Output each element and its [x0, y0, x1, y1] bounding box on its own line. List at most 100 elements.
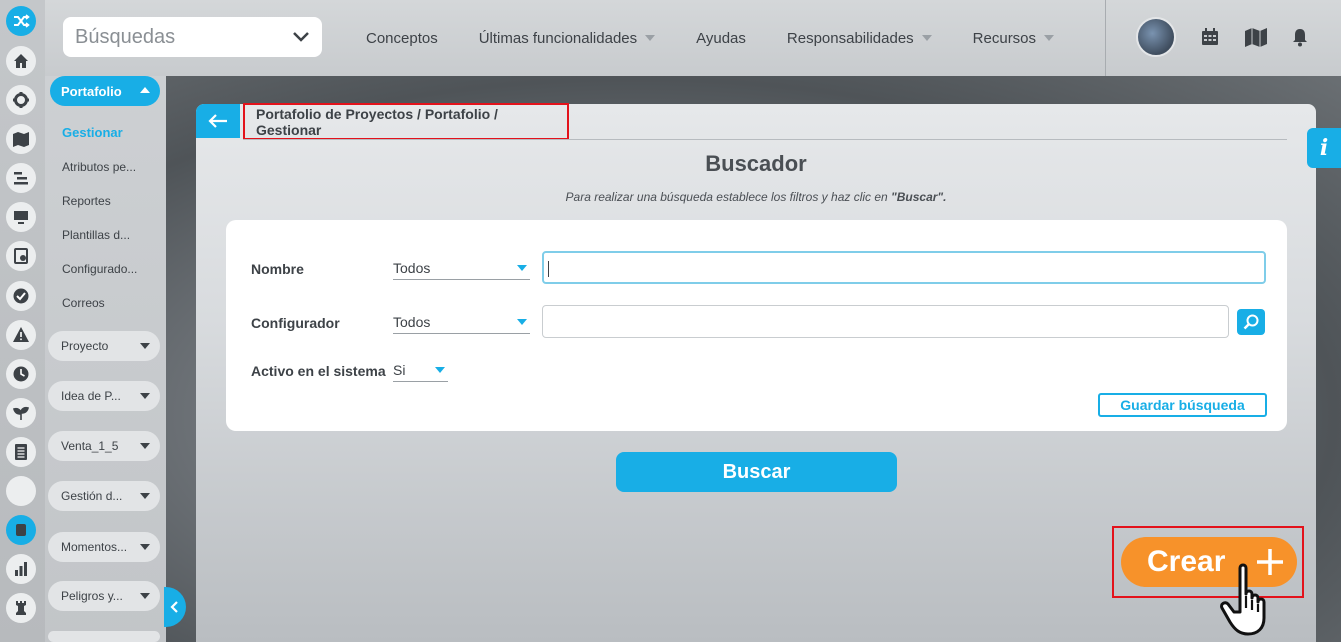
nav-label: Recursos: [972, 29, 1037, 47]
nav-label: Conceptos: [366, 29, 438, 47]
nombre-input[interactable]: [542, 251, 1266, 284]
nav-label: Últimas funcionalidades: [478, 29, 638, 47]
create-button-label: Crear: [1147, 545, 1226, 578]
info-icon[interactable]: i: [1307, 128, 1341, 168]
nombre-operator-select[interactable]: Todos: [393, 256, 530, 280]
nav-responsabilidades[interactable]: Responsabilidades: [787, 30, 932, 47]
configurador-lookup-button[interactable]: [1237, 309, 1265, 335]
caret-down-icon: [517, 265, 527, 271]
map-icon[interactable]: [1244, 27, 1268, 47]
submenu-link-configurador[interactable]: Configurado...: [62, 262, 137, 276]
page-subtitle: Para realizar una búsqueda establece los…: [196, 190, 1316, 204]
document-icon[interactable]: [6, 437, 36, 467]
submenu-link-plantillas[interactable]: Plantillas d...: [62, 228, 130, 242]
activo-select[interactable]: Si: [393, 358, 448, 382]
submenu-group-label: Gestión d...: [61, 489, 123, 503]
configurador-operator-select[interactable]: Todos: [393, 310, 530, 334]
main-nav: Conceptos Últimas funcionalidades Ayudas…: [366, 0, 1095, 76]
caret-down-icon: [140, 544, 150, 550]
hand-pointer-icon: [1220, 563, 1266, 636]
configurador-label: Configurador: [251, 315, 340, 331]
search-icon: [1243, 314, 1259, 330]
submenu-group-label: Momentos...: [61, 540, 128, 554]
submenu-group-gestion[interactable]: Gestión d...: [48, 481, 160, 511]
clock-icon[interactable]: [6, 359, 36, 389]
caret-down-icon: [645, 35, 656, 41]
topbar-divider: [1105, 0, 1106, 76]
top-bar: Búsquedas Conceptos Últimas funcionalida…: [0, 0, 1341, 76]
submenu-group-label: Proyecto: [61, 339, 109, 353]
check-circle-icon[interactable]: [6, 281, 36, 311]
caret-down-icon: [921, 35, 932, 41]
gear-icon[interactable]: [6, 85, 36, 115]
avatar[interactable]: [1136, 17, 1176, 57]
nav-label: Responsabilidades: [786, 29, 914, 47]
portfolio-icon[interactable]: [6, 515, 36, 545]
submenu-group-label: Venta_1_5: [61, 439, 119, 453]
chess-rook-icon[interactable]: [6, 593, 36, 623]
icon-rail: [0, 0, 45, 642]
caret-down-icon: [1044, 35, 1055, 41]
save-search-button[interactable]: Guardar búsqueda: [1098, 393, 1267, 417]
nombre-label: Nombre: [251, 261, 304, 277]
page-title: Buscador: [705, 151, 807, 176]
arrow-left-icon: [208, 114, 227, 128]
search-button[interactable]: Buscar: [616, 452, 897, 492]
submenu-group-label: Portafolio: [61, 83, 122, 99]
chevron-down-icon: [293, 32, 309, 42]
submenu-group-peligros[interactable]: Peligros y...: [48, 581, 160, 611]
nav-label: Ayudas: [696, 29, 746, 47]
chevron-left-icon: [170, 601, 178, 613]
configurador-operator-value: Todos: [393, 313, 431, 330]
submenu-link-gestionar[interactable]: Gestionar: [62, 125, 123, 140]
activo-value: Si: [393, 361, 406, 378]
caret-down-icon: [517, 319, 527, 325]
breadcrumb-text: Portafolio de Proyectos / Portafolio / G…: [256, 105, 498, 138]
submenu-group-label: Peligros y...: [61, 589, 123, 603]
shuffle-icon[interactable]: [6, 6, 36, 36]
configurador-input[interactable]: [542, 305, 1229, 338]
search-select-label: Búsquedas: [75, 25, 176, 48]
bar-chart-icon[interactable]: [6, 554, 36, 584]
home-icon[interactable]: [6, 46, 36, 76]
checklist-icon[interactable]: [6, 241, 36, 271]
caret-down-icon: [140, 493, 150, 499]
submenu-group-venta[interactable]: Venta_1_5: [48, 431, 160, 461]
nav-recursos[interactable]: Recursos: [972, 29, 1055, 47]
gantt-icon[interactable]: [6, 163, 36, 193]
submenu-group-more[interactable]: [48, 631, 160, 642]
submenu-group-proyecto[interactable]: Proyecto: [48, 331, 160, 361]
page-subtitle-bold: "Buscar".: [891, 190, 947, 204]
calendar-icon[interactable]: [1200, 27, 1220, 47]
sprout-icon[interactable]: [6, 398, 36, 428]
submenu-link-atributos[interactable]: Atributos pe...: [62, 160, 136, 174]
text-cursor: [548, 261, 549, 277]
submenu-group-portafolio[interactable]: Portafolio: [50, 76, 160, 106]
submenu-link-correos[interactable]: Correos: [62, 296, 105, 310]
nav-ayudas[interactable]: Ayudas: [696, 30, 746, 47]
nav-conceptos[interactable]: Conceptos: [366, 30, 438, 47]
nav-ultimas-funcionalidades[interactable]: Últimas funcionalidades: [478, 29, 656, 47]
caret-up-icon: [140, 87, 150, 93]
caret-down-icon: [140, 343, 150, 349]
submenu-group-label: Idea de P...: [61, 389, 121, 403]
breadcrumb: Portafolio de Proyectos / Portafolio / G…: [243, 103, 569, 140]
page-subtitle-text: Para realizar una búsqueda establece los…: [565, 190, 892, 204]
activo-label: Activo en el sistema: [251, 363, 386, 379]
nombre-operator-value: Todos: [393, 259, 431, 276]
header-divider: [243, 139, 1287, 140]
submenu-link-reportes[interactable]: Reportes: [62, 194, 111, 208]
caret-down-icon: [435, 367, 445, 373]
search-select[interactable]: Búsquedas: [63, 17, 322, 57]
blank-icon[interactable]: [6, 476, 36, 506]
caret-down-icon: [140, 443, 150, 449]
caret-down-icon: [140, 593, 150, 599]
map-icon[interactable]: [6, 124, 36, 154]
warning-icon[interactable]: [6, 320, 36, 350]
caret-down-icon: [140, 393, 150, 399]
submenu-group-idea[interactable]: Idea de P...: [48, 381, 160, 411]
bell-icon[interactable]: [1290, 27, 1310, 47]
monitor-icon[interactable]: [6, 202, 36, 232]
back-button[interactable]: [196, 104, 240, 138]
submenu-group-momentos[interactable]: Momentos...: [48, 532, 160, 562]
